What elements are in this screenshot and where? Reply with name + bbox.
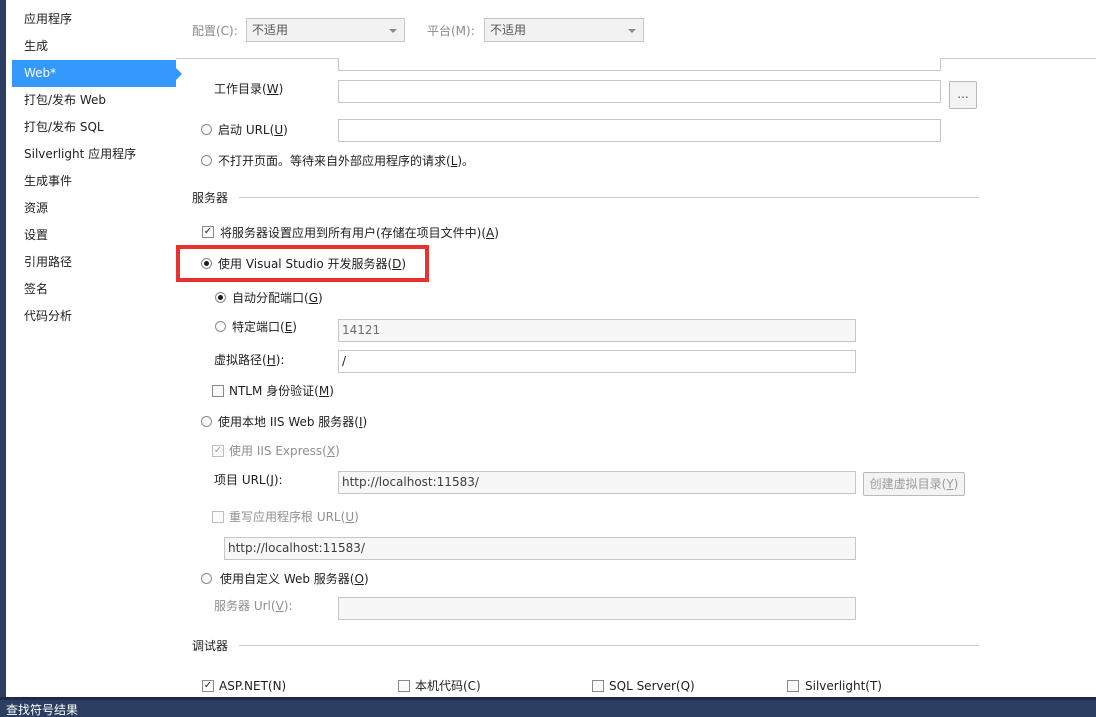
server-url-label: 服务器 Url(V): <box>214 599 293 613</box>
debugger-sql-label: SQL Server(Q) <box>609 679 695 693</box>
platform-value: 不适用 <box>490 23 527 37</box>
debugger-native-checkbox[interactable] <box>398 680 410 692</box>
specific-port-input[interactable]: 14121 <box>338 319 856 342</box>
iis-express-checkbox[interactable]: ✓ <box>212 445 224 457</box>
specific-port-radio[interactable] <box>215 321 226 332</box>
project-url-input[interactable]: http://localhost:11583/ <box>338 471 856 494</box>
dont-open-label: 不打开页面。等待来自外部应用程序的请求(L)。 <box>218 154 475 168</box>
config-dropdown[interactable]: 不适用 <box>246 18 405 42</box>
start-url-radio[interactable] <box>201 124 212 135</box>
auto-port-radio[interactable] <box>215 292 226 303</box>
config-value: 不适用 <box>252 23 289 37</box>
override-root-url-input[interactable]: http://localhost:11583/ <box>224 537 856 560</box>
sidebar-item-settings[interactable]: 设置 <box>12 222 176 249</box>
workdir-label: 工作目录(W) <box>214 82 284 96</box>
debugger-sql-checkbox[interactable] <box>592 680 604 692</box>
debuggers-section-title: 调试器 <box>192 639 229 653</box>
sidebar-item-build[interactable]: 生成 <box>12 33 176 60</box>
dont-open-radio[interactable] <box>201 155 212 166</box>
config-label: 配置(C): <box>192 24 238 38</box>
platform-label: 平台(M): <box>427 24 475 38</box>
debugger-silverlight-label: Silverlight(T) <box>805 679 882 693</box>
chevron-down-icon <box>628 29 636 33</box>
override-root-url-label: 重写应用程序根 URL(U) <box>229 510 359 524</box>
sidebar-item-package-sql[interactable]: 打包/发布 SQL <box>12 114 176 141</box>
properties-sidebar: 应用程序 生成 Web* 打包/发布 Web 打包/发布 SQL Silverl… <box>6 0 182 700</box>
browse-button[interactable]: ... <box>949 81 977 109</box>
apply-all-users-checkbox[interactable]: ✓ <box>202 226 214 238</box>
debugger-native-label: 本机代码(C) <box>415 679 481 693</box>
section-divider <box>239 197 979 198</box>
start-url-input[interactable] <box>338 119 941 142</box>
ntlm-checkbox[interactable] <box>212 385 224 397</box>
create-virtual-dir-button[interactable]: 创建虚拟目录(Y) <box>863 472 965 496</box>
project-url-label: 项目 URL(J): <box>214 473 283 487</box>
sidebar-item-build-events[interactable]: 生成事件 <box>12 168 176 195</box>
local-iis-radio[interactable] <box>201 416 212 427</box>
virtual-path-input[interactable]: / <box>338 350 856 373</box>
ntlm-label: NTLM 身份验证(M) <box>229 384 334 398</box>
virtual-path-label: 虚拟路径(H): <box>214 353 285 367</box>
sidebar-item-signing[interactable]: 签名 <box>12 276 176 303</box>
sidebar-item-silverlight[interactable]: Silverlight 应用程序 <box>12 141 176 168</box>
chevron-down-icon <box>389 29 397 33</box>
sidebar-item-code-analysis[interactable]: 代码分析 <box>12 303 176 330</box>
override-root-url-checkbox[interactable] <box>212 511 224 523</box>
sidebar-item-web[interactable]: Web* <box>12 60 182 87</box>
custom-server-radio[interactable] <box>201 573 212 584</box>
highlight-box <box>176 245 429 282</box>
apply-all-users-label: 将服务器设置应用到所有用户(存储在项目文件中)(A) <box>220 226 499 240</box>
start-url-label: 启动 URL(U) <box>218 123 288 137</box>
bottom-panel-title[interactable]: 查找符号结果 <box>6 703 78 717</box>
sidebar-item-application[interactable]: 应用程序 <box>12 6 176 33</box>
server-url-input[interactable] <box>338 597 856 620</box>
iis-express-label: 使用 IIS Express(X) <box>229 444 340 458</box>
local-iis-label: 使用本地 IIS Web 服务器(I) <box>218 415 368 429</box>
debugger-silverlight-checkbox[interactable] <box>787 680 799 692</box>
bottom-panel <box>0 700 1096 717</box>
platform-dropdown[interactable]: 不适用 <box>484 18 644 42</box>
clipped-field[interactable] <box>338 58 941 71</box>
sidebar-item-reference-paths[interactable]: 引用路径 <box>12 249 176 276</box>
sidebar-item-package-web[interactable]: 打包/发布 Web <box>12 87 176 114</box>
workdir-input[interactable] <box>338 80 941 103</box>
debugger-aspnet-checkbox[interactable]: ✓ <box>202 680 214 692</box>
servers-section-title: 服务器 <box>192 191 229 205</box>
auto-port-label: 自动分配端口(G) <box>232 291 323 305</box>
debugger-aspnet-label: ASP.NET(N) <box>219 679 287 693</box>
specific-port-label: 特定端口(E) <box>232 320 297 334</box>
section-divider <box>239 645 979 646</box>
sidebar-item-resources[interactable]: 资源 <box>12 195 176 222</box>
custom-server-label: 使用自定义 Web 服务器(O) <box>220 572 369 586</box>
